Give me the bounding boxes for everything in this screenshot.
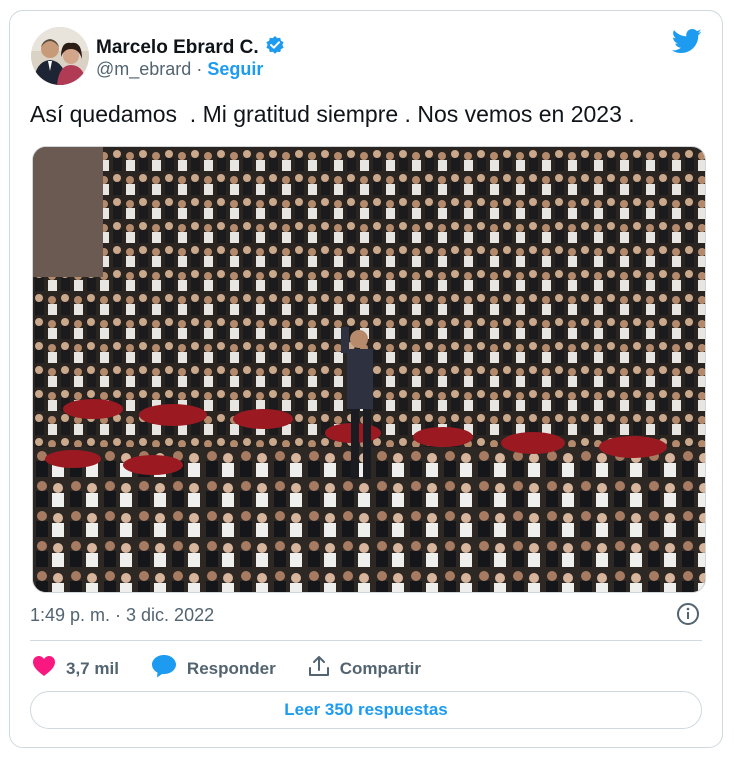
twitter-bird-icon[interactable]: [671, 29, 702, 59]
read-replies-button[interactable]: Leer 350 respuestas: [30, 691, 702, 729]
avatar[interactable]: [31, 27, 89, 85]
like-button[interactable]: 3,7 mil: [32, 655, 119, 682]
share-button[interactable]: Compartir: [308, 655, 421, 682]
tweet-photo[interactable]: [32, 146, 706, 593]
follow-button[interactable]: Seguir: [207, 59, 263, 79]
reply-label: Responder: [186, 658, 276, 678]
separator: ·: [196, 59, 203, 79]
tweet-timestamp[interactable]: 1:49 p. m. · 3 dic. 2022: [30, 605, 214, 626]
verified-badge-icon: [265, 35, 285, 60]
author-name-row: Marcelo Ebrard C.: [96, 35, 285, 60]
share-icon: [308, 655, 330, 682]
like-count: 3,7 mil: [66, 658, 119, 678]
divider: [30, 640, 702, 641]
reply-button[interactable]: Responder: [151, 654, 276, 683]
reply-bubble-icon: [151, 654, 177, 683]
author-handle[interactable]: @m_ebrard: [96, 59, 191, 79]
tweet-card: Marcelo Ebrard C. @m_ebrard · Seguir Así…: [9, 10, 723, 748]
info-icon[interactable]: [676, 602, 700, 631]
share-label: Compartir: [339, 658, 421, 678]
author-handle-row: @m_ebrard · Seguir: [96, 59, 263, 80]
author-name[interactable]: Marcelo Ebrard C.: [96, 37, 259, 59]
action-bar: 3,7 mil Responder Compartir: [32, 654, 453, 683]
tweet-text: Así quedamos . Mi gratitud siempre . Nos…: [30, 101, 635, 127]
heart-icon: [32, 655, 56, 682]
